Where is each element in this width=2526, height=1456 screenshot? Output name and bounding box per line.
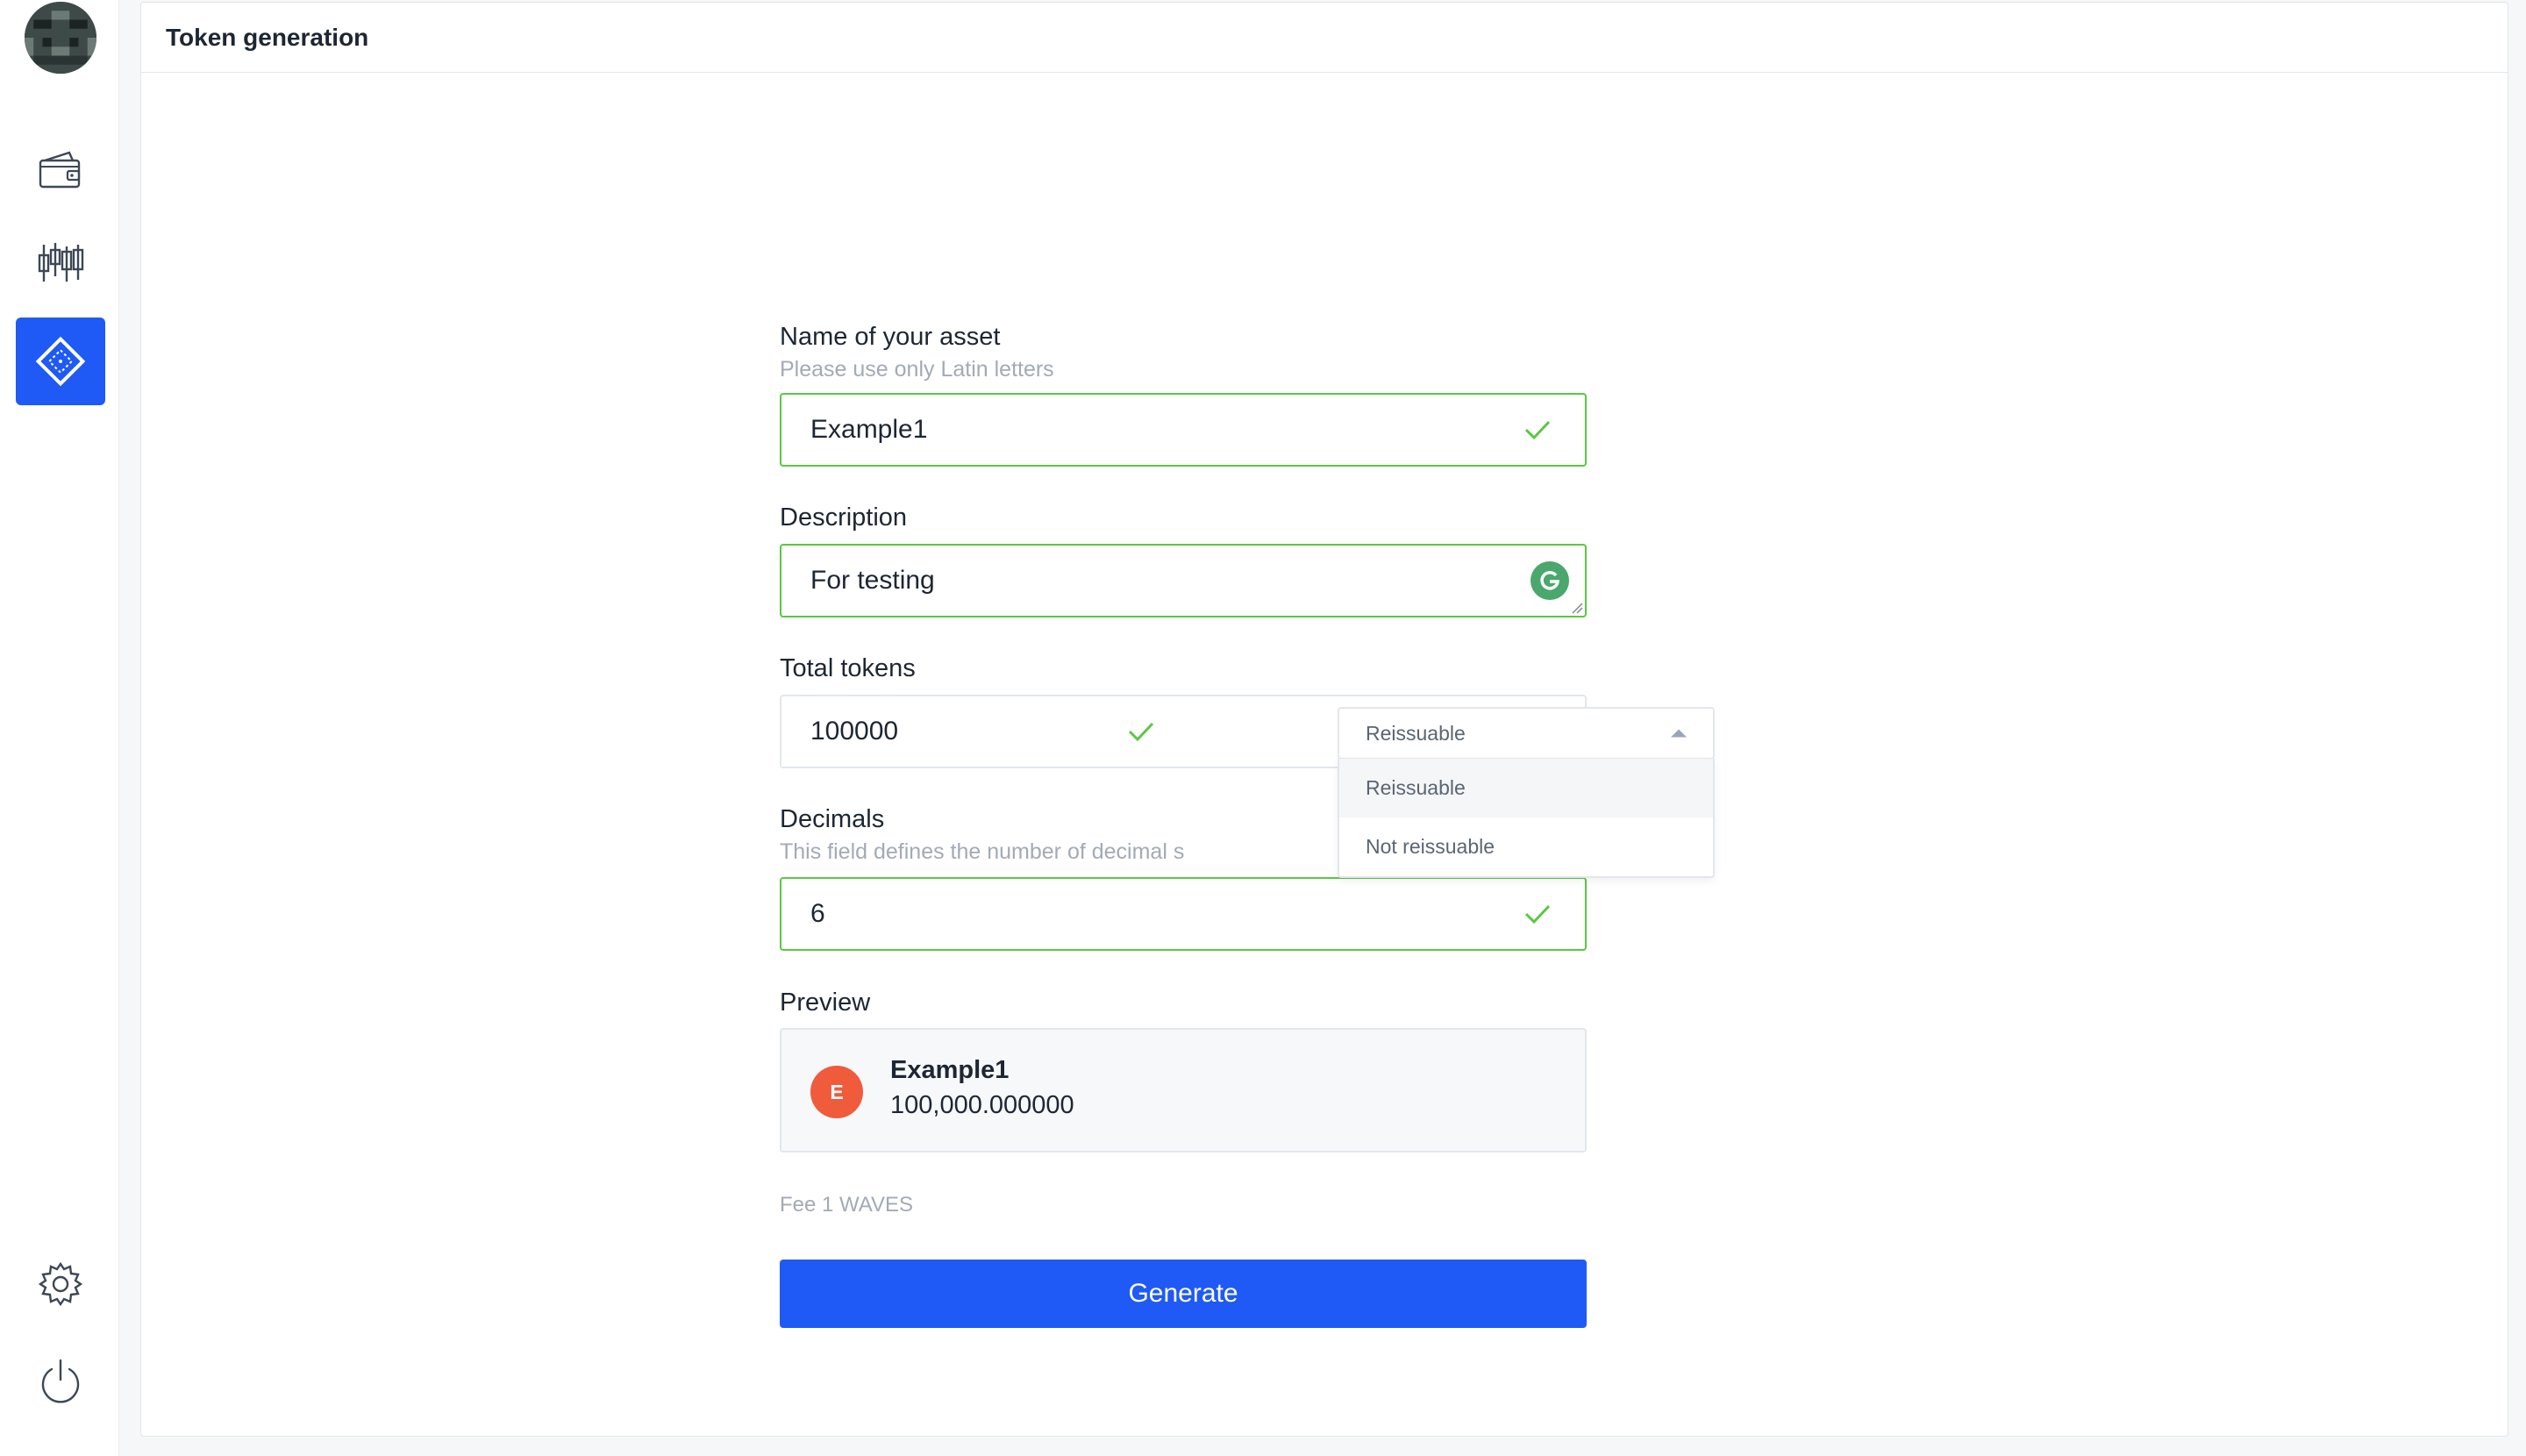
- avatar-pattern-icon: [25, 2, 96, 74]
- name-hint: Please use only Latin letters: [780, 357, 1054, 382]
- app: Token generation Name of your asset Plea…: [0, 0, 2526, 1456]
- description-value: For testing: [810, 566, 935, 595]
- fee-text: Fee 1 WAVES: [780, 1193, 914, 1217]
- token-preview-card: E Example1 100,000.000000: [780, 1028, 1587, 1153]
- token-diamond-icon: [35, 336, 86, 387]
- sidebar-item-logout[interactable]: [16, 1338, 105, 1426]
- asset-name-input[interactable]: Example1: [780, 393, 1587, 467]
- decimals-input[interactable]: 6: [780, 877, 1587, 951]
- preview-label: Preview: [780, 989, 871, 1017]
- gear-icon: [38, 1261, 83, 1307]
- power-icon: [41, 1359, 80, 1403]
- avatar[interactable]: [25, 2, 96, 74]
- check-icon: [1524, 904, 1551, 924]
- decimals-hint: This field defines the number of decimal…: [780, 841, 1185, 863]
- decimals-value: 6: [810, 899, 825, 928]
- reissue-select[interactable]: Reissuable: [1338, 707, 1715, 760]
- sidebar: [0, 0, 119, 1456]
- caret-up-icon: [1671, 729, 1687, 738]
- sidebar-item-token[interactable]: [16, 318, 105, 405]
- option-not-reissuable[interactable]: Not reissuable: [1339, 817, 1713, 876]
- preview-token-amount: 100,000.000000: [890, 1091, 1074, 1119]
- grammarly-icon[interactable]: [1531, 561, 1569, 600]
- wallet-icon: [39, 151, 81, 189]
- asset-name-value: Example1: [810, 415, 928, 444]
- name-label: Name of your asset: [780, 323, 1001, 351]
- token-badge: E: [810, 1066, 863, 1118]
- generate-button[interactable]: Generate: [780, 1260, 1587, 1328]
- description-label: Description: [780, 503, 908, 532]
- check-icon: [1524, 420, 1551, 440]
- candlestick-chart-icon: [38, 243, 84, 282]
- sidebar-item-exchange[interactable]: [16, 219, 105, 307]
- preview-token-name: Example1: [890, 1056, 1010, 1084]
- total-tokens-label: Total tokens: [780, 654, 916, 682]
- resize-grip-icon[interactable]: [1571, 602, 1583, 614]
- panel-header: Token generation: [141, 3, 2508, 73]
- check-icon: [1128, 722, 1154, 742]
- reissue-select-value: Reissuable: [1366, 721, 1466, 745]
- sidebar-item-wallet[interactable]: [16, 126, 105, 214]
- decimals-label: Decimals: [780, 805, 885, 833]
- sidebar-item-settings[interactable]: [16, 1240, 105, 1328]
- total-tokens-input[interactable]: 100000: [781, 696, 1187, 767]
- page-title: Token generation: [166, 23, 369, 51]
- description-textarea[interactable]: For testing: [780, 544, 1587, 617]
- option-reissuable[interactable]: Reissuable: [1339, 759, 1713, 817]
- total-tokens-value: 100000: [810, 717, 899, 746]
- reissue-dropdown: Reissuable Not reissuable: [1338, 759, 1715, 878]
